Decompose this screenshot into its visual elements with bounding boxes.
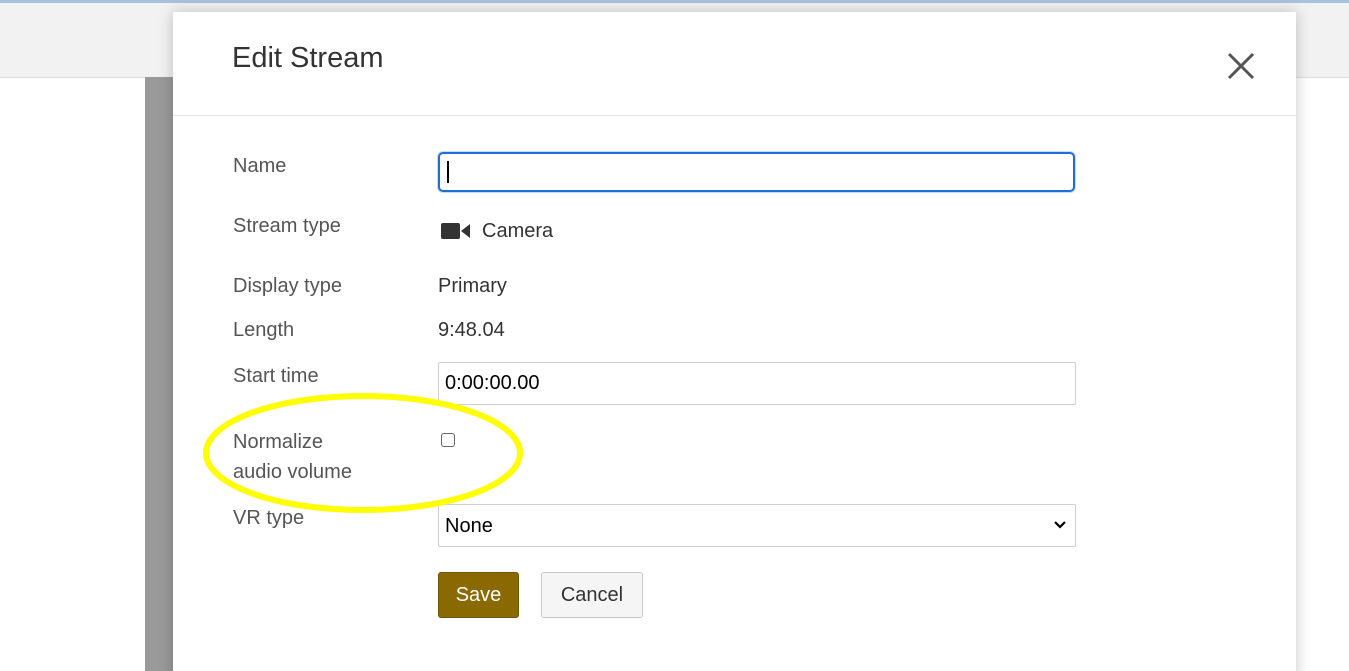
start-time-label: Start time — [233, 365, 319, 387]
vr-type-select[interactable]: None — [438, 504, 1076, 547]
vr-type-label: VR type — [233, 507, 305, 529]
dialog-title: Edit Stream — [232, 42, 384, 74]
name-input[interactable] — [438, 152, 1075, 192]
vr-type-selected-value: None — [445, 515, 493, 537]
page-backdrop-panel — [145, 77, 175, 671]
edit-stream-dialog: Edit Stream Name Stream type Camera Disp… — [173, 12, 1296, 671]
close-icon — [1227, 52, 1255, 80]
display-type-value: Primary — [438, 275, 507, 297]
dialog-header: Edit Stream — [173, 12, 1296, 116]
start-time-input[interactable] — [438, 362, 1076, 405]
stream-type-value: Camera — [482, 220, 554, 242]
normalize-audio-label-line2: audio volume — [233, 461, 352, 483]
display-type-label: Display type — [233, 275, 342, 297]
length-value: 9:48.04 — [438, 319, 505, 341]
stream-type-label: Stream type — [233, 215, 341, 237]
close-button[interactable] — [1223, 48, 1259, 84]
length-label: Length — [233, 319, 295, 341]
video-camera-icon — [441, 223, 470, 239]
text-cursor — [447, 161, 449, 183]
name-label: Name — [233, 155, 287, 177]
save-button[interactable]: Save — [438, 572, 519, 618]
cancel-button[interactable]: Cancel — [541, 572, 643, 618]
normalize-audio-label-line1: Normalize — [233, 431, 324, 453]
normalize-audio-checkbox[interactable] — [441, 433, 455, 447]
chevron-down-icon — [1054, 521, 1066, 529]
